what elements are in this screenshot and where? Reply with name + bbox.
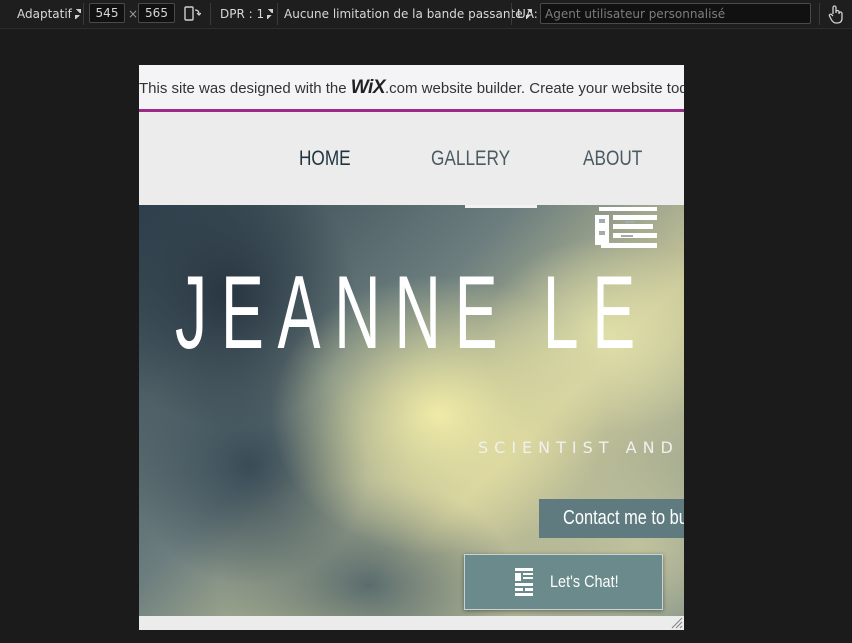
toolbar-divider [83,3,84,25]
chat-button[interactable]: Let's Chat! [464,554,663,610]
chat-logo-icon [515,568,533,596]
active-nav-underline [465,205,537,208]
ua-label: UA: [517,7,538,21]
device-mode-label: Adaptatif [17,7,72,21]
toolbar-divider [210,3,211,25]
dimension-separator: × [128,7,139,21]
width-input[interactable] [89,3,125,23]
contact-button-label: Contact me to bu [563,507,684,529]
wix-logo: WiX [350,77,386,98]
hero-title: JEANNE LE [175,255,649,371]
responsive-toolbar: Adaptatif × DPR : 1 Aucune limitation de… [0,0,852,29]
contact-button[interactable]: Contact me to bu [539,499,684,538]
wix-ad-banner[interactable]: This site was designed with the WiX.com … [139,65,684,112]
throttling-select[interactable]: Aucune limitation de la bande passante [284,0,532,28]
device-mode-select[interactable]: Adaptatif [17,0,81,28]
height-input[interactable] [138,3,175,23]
nav-home[interactable]: HOME [299,147,351,171]
touch-simulation-icon[interactable] [828,4,844,24]
dpr-label: DPR : 1 [220,7,265,21]
select-arrows-icon [267,9,274,19]
user-agent-input[interactable] [540,3,811,24]
nav-gallery[interactable]: GALLERY [431,147,510,171]
throttling-label: Aucune limitation de la bande passante [284,7,523,21]
emulated-viewport: This site was designed with the WiX.com … [139,65,684,630]
brand-logo-icon [595,207,657,248]
banner-tail-text: .com website builder. Create your websit… [385,80,684,97]
banner-lead-text: This site was designed with the [139,80,351,97]
footer-strip [139,616,684,630]
toolbar-divider [819,3,820,25]
select-arrows-icon [74,9,81,19]
toolbar-divider [277,3,278,25]
hero-subtitle: SCIENTIST AND [478,438,679,457]
toolbar-divider [511,3,512,25]
site-nav: HOME GALLERY ABOUT [139,112,684,205]
resize-handle-icon[interactable] [669,615,683,629]
nav-about[interactable]: ABOUT [583,147,642,171]
dpr-select[interactable]: DPR : 1 [220,0,274,28]
rotate-device-icon[interactable] [183,4,202,24]
chat-button-label: Let's Chat! [550,572,619,591]
